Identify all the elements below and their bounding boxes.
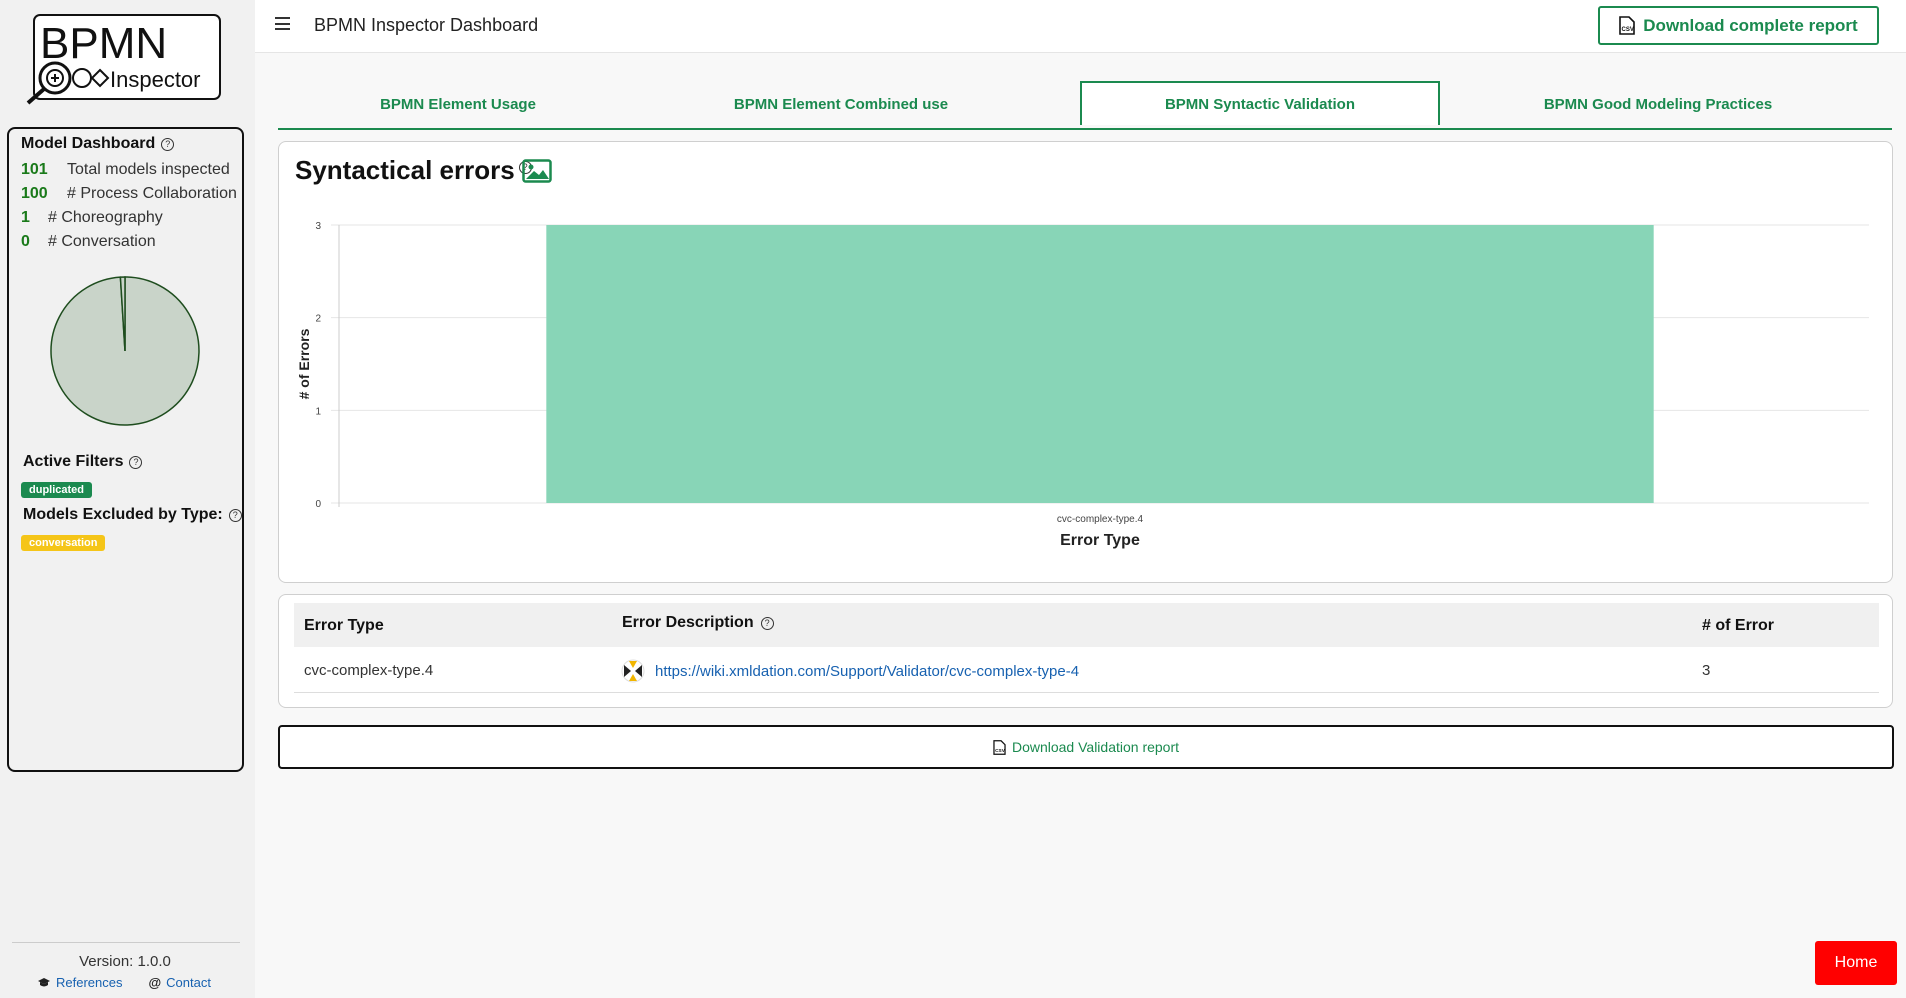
csv-file-icon: CSV bbox=[993, 739, 1006, 755]
stat-conversation: 0 # Conversation bbox=[21, 233, 156, 250]
x-tick-label: cvc-complex-type.4 bbox=[1057, 514, 1144, 525]
syntactical-errors-card: Syntactical errors ? 0 1 2 3 cvc-complex-typ… bbox=[278, 141, 1893, 583]
y-axis-title: # of Errors bbox=[296, 328, 312, 399]
tab-element-usage[interactable]: BPMN Element Usage bbox=[278, 82, 638, 126]
table-row: cvc-complex-type.4 https://wiki.xmldatio… bbox=[294, 647, 1879, 693]
version-label: Version: 1.0.0 bbox=[79, 953, 171, 970]
graduation-cap-icon bbox=[38, 977, 50, 986]
menu-icon[interactable] bbox=[275, 17, 290, 30]
help-icon[interactable]: ? bbox=[161, 137, 175, 151]
model-dashboard-card: Model Dashboard ? 101 Total models inspe… bbox=[7, 127, 244, 772]
active-filters-title: Active Filters ? bbox=[23, 453, 143, 471]
y-tick-label: 2 bbox=[315, 314, 321, 325]
header-error-description: Error Description ? bbox=[622, 614, 774, 632]
y-tick-label: 0 bbox=[315, 499, 321, 510]
filter-badge-duplicated[interactable]: duplicated bbox=[21, 482, 93, 498]
tab-bar: BPMN Element Usage BPMN Element Combined… bbox=[278, 80, 1892, 130]
header-error-type: Error Type bbox=[304, 617, 384, 634]
home-button[interactable]: Home bbox=[1815, 941, 1897, 985]
sidebar-divider bbox=[12, 942, 240, 943]
header-error-count: # of Error bbox=[1702, 617, 1775, 634]
help-icon[interactable]: ? bbox=[228, 508, 242, 522]
help-icon[interactable]: ? bbox=[129, 455, 143, 469]
download-complete-report-button[interactable]: CSV Download complete report bbox=[1598, 6, 1879, 45]
xmldation-link[interactable]: https://wiki.xmldation.com/Support/Valid… bbox=[655, 663, 1079, 680]
tab-element-combined-use[interactable]: BPMN Element Combined use bbox=[651, 82, 1031, 126]
error-table-card: Error Type Error Description ? # of Erro… bbox=[278, 594, 1893, 708]
download-validation-report-button[interactable]: CSV Download Validation report bbox=[278, 725, 1894, 769]
svg-text:CSV: CSV bbox=[1622, 27, 1634, 33]
stat-total: 101 Total models inspected bbox=[21, 161, 230, 178]
model-dashboard-title: Model Dashboard ? bbox=[21, 135, 175, 153]
bar[interactable] bbox=[546, 225, 1654, 503]
stat-choreography: 1 # Choreography bbox=[21, 209, 163, 226]
svg-text:CSV: CSV bbox=[995, 747, 1006, 753]
help-icon[interactable]: ? bbox=[760, 616, 774, 630]
cell-error-type: cvc-complex-type.4 bbox=[304, 662, 434, 679]
svg-text:BPMN: BPMN bbox=[40, 19, 167, 68]
svg-text:Inspector: Inspector bbox=[110, 67, 201, 92]
y-tick-label: 3 bbox=[315, 221, 321, 232]
contact-link[interactable]: @ Contact bbox=[148, 975, 211, 990]
stat-process-collaboration: 100 # Process Collaboration bbox=[21, 185, 237, 202]
references-link[interactable]: References bbox=[37, 975, 122, 990]
tab-good-modeling-practices[interactable]: BPMN Good Modeling Practices bbox=[1478, 82, 1838, 126]
app-title: BPMN Inspector Dashboard bbox=[314, 15, 539, 35]
top-header: BPMN Inspector Dashboard CSV Download co… bbox=[255, 0, 1906, 53]
bpmn-inspector-logo[interactable]: BPMN Inspector bbox=[22, 13, 222, 105]
cell-error-count: 3 bbox=[1702, 662, 1711, 679]
x-axis-title: Error Type bbox=[1060, 532, 1140, 549]
error-bar-chart: 0 1 2 3 cvc-complex-type.4 Error Type # of Err… bbox=[296, 221, 1869, 549]
xmldation-logo-icon bbox=[621, 659, 645, 683]
sidebar: BPMN Inspector Model Dashboard ? 101 Tot… bbox=[0, 0, 255, 998]
model-type-pie-chart bbox=[50, 276, 200, 426]
sidebar-links: References @ Contact bbox=[37, 975, 211, 990]
cell-error-description: https://wiki.xmldation.com/Support/Valid… bbox=[621, 659, 1079, 683]
models-excluded-title: Models Excluded by Type: ? bbox=[23, 506, 242, 524]
csv-file-icon: CSV bbox=[1619, 16, 1636, 35]
tab-syntactic-validation[interactable]: BPMN Syntactic Validation bbox=[1080, 81, 1440, 125]
y-tick-label: 1 bbox=[315, 406, 321, 417]
excluded-badge-conversation[interactable]: conversation bbox=[21, 535, 106, 551]
table-header: Error Type Error Description ? # of Erro… bbox=[294, 603, 1879, 647]
at-icon: @ bbox=[148, 975, 162, 990]
